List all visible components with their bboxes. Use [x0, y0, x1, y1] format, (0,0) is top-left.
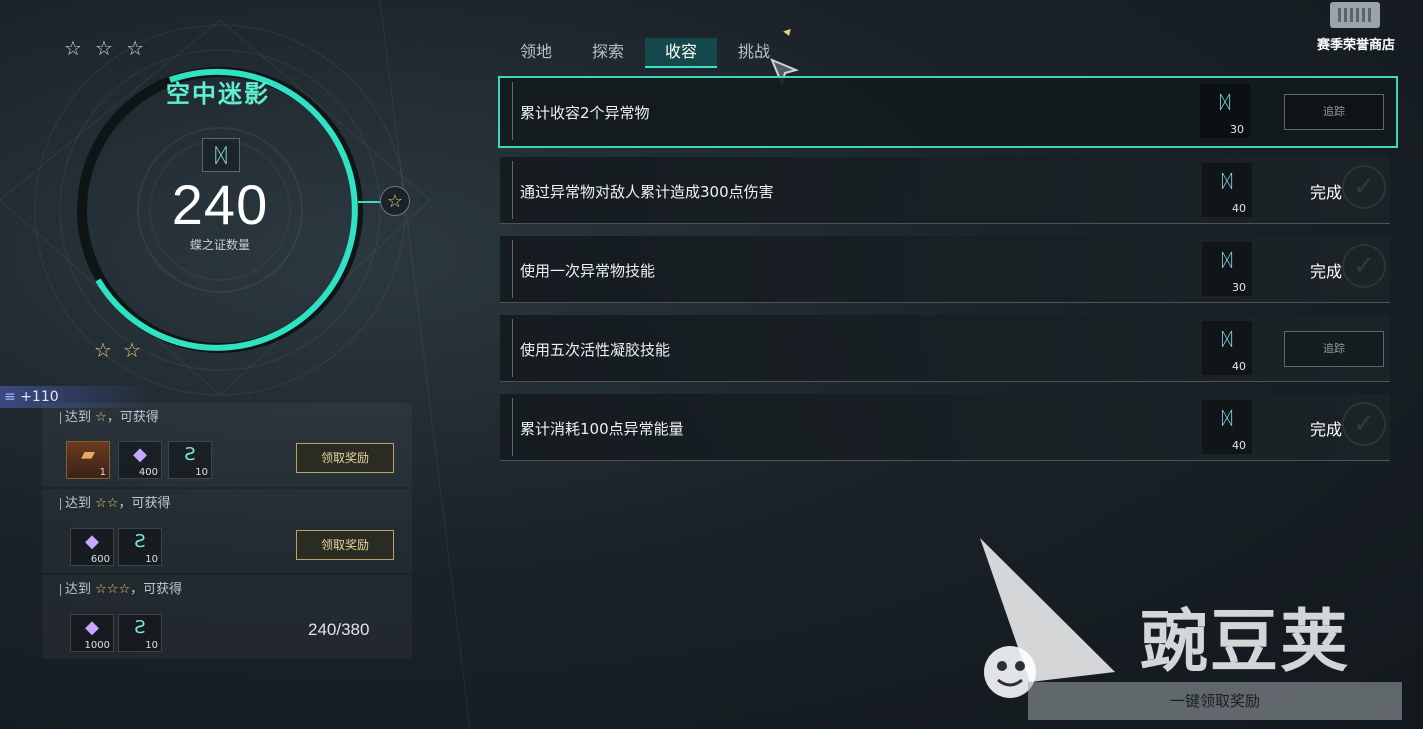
claim-all-button[interactable]: 一键领取奖励	[1028, 682, 1402, 720]
track-button[interactable]: 追踪	[1284, 331, 1384, 367]
butterfly-icon: ᛞ	[202, 138, 240, 172]
butterfly-count-label: 蝶之证数量	[189, 238, 250, 252]
reward-item[interactable]: ◆ 400	[118, 441, 162, 479]
task-row[interactable]: 使用一次异常物技能 ᛞ 30 ✓ 完成	[500, 236, 1390, 303]
check-icon: ✓	[1342, 244, 1386, 288]
task-row[interactable]: 累计消耗100点异常能量 ᛞ 40 ✓ 完成	[500, 394, 1390, 461]
star-icon: ☆	[123, 338, 141, 362]
tier-progress: 240/380	[308, 620, 370, 639]
task-text: 使用一次异常物技能	[520, 262, 656, 280]
bottom-stars: ☆ ☆	[94, 340, 141, 361]
tab-containment[interactable]: 收容	[645, 38, 717, 68]
reward-item[interactable]: Ƨ 10	[168, 441, 212, 479]
task-text: 累计收容2个异常物	[520, 104, 650, 122]
store-label[interactable]: 赛季荣誉商店	[1308, 34, 1404, 53]
tab-territory[interactable]: 领地	[506, 38, 566, 66]
tier-1-header: 达到 ☆，可获得	[60, 406, 159, 425]
task-text: 通过异常物对敌人累计造成300点伤害	[520, 183, 774, 201]
track-button[interactable]: 追踪	[1284, 94, 1384, 130]
star-icon: ☆☆☆	[95, 582, 131, 597]
watermark-logo	[980, 538, 1115, 698]
claim-reward-button[interactable]: 领取奖励	[296, 530, 394, 560]
crystal-icon: ◆	[85, 617, 99, 638]
orange-item-icon: ▰	[81, 444, 95, 465]
dna-icon: Ƨ	[134, 531, 146, 552]
star-icon: ☆☆	[95, 496, 119, 511]
star-icon: ☆	[95, 410, 107, 425]
task-reward: ᛞ 30	[1202, 242, 1252, 296]
task-row[interactable]: 使用五次活性凝胶技能 ᛞ 40 追踪	[500, 315, 1390, 382]
crystal-icon: ◆	[133, 444, 147, 465]
task-reward: ᛞ 40	[1202, 321, 1252, 375]
tab-explore[interactable]: 探索	[578, 38, 638, 66]
butterfly-icon: ᛞ	[1221, 408, 1233, 429]
boss-name: 空中迷影	[166, 80, 270, 108]
butterfly-icon: ᛞ	[1221, 171, 1233, 192]
reward-item[interactable]: Ƨ 10	[118, 528, 162, 566]
butterfly-icon: ᛞ	[1219, 92, 1231, 113]
task-text: 使用五次活性凝胶技能	[520, 341, 671, 359]
task-row[interactable]: 通过异常物对敌人累计造成300点伤害 ᛞ 40 ✓ 完成	[500, 157, 1390, 224]
reward-item[interactable]: Ƨ 10	[118, 614, 162, 652]
check-icon: ✓	[1342, 165, 1386, 209]
task-reward: ᛞ 40	[1202, 400, 1252, 454]
tier-3-header: 达到 ☆☆☆，可获得	[60, 578, 182, 597]
task-row[interactable]: 累计收容2个异常物 ᛞ 30 追踪	[498, 76, 1398, 148]
task-reward: ᛞ 30	[1200, 84, 1250, 138]
butterfly-icon: ᛞ	[1221, 329, 1233, 350]
star-milestone-icon: ☆	[380, 186, 410, 216]
task-status: 完成	[1310, 420, 1343, 439]
task-status: 完成	[1310, 183, 1343, 202]
star-icon: ☆	[94, 338, 112, 362]
reward-item[interactable]: ◆ 1000	[70, 614, 114, 652]
crystal-icon: ◆	[85, 531, 99, 552]
dna-icon: Ƨ	[184, 444, 196, 465]
reward-item[interactable]: ▰ 1	[66, 441, 110, 479]
tier-2-header: 达到 ☆☆，可获得	[60, 492, 170, 511]
task-text: 累计消耗100点异常能量	[520, 420, 684, 438]
dna-icon: Ƨ	[134, 617, 146, 638]
store-icon[interactable]	[1330, 2, 1380, 28]
reward-item[interactable]: ◆ 600	[70, 528, 114, 566]
claim-reward-button[interactable]: 领取奖励	[296, 443, 394, 473]
check-icon: ✓	[1342, 402, 1386, 446]
butterfly-count: 240	[171, 173, 269, 236]
butterfly-icon: ᛞ	[1221, 250, 1233, 271]
watermark-text: 豌豆荚	[1140, 603, 1351, 682]
task-status: 完成	[1310, 262, 1343, 281]
task-reward: ᛞ 40	[1202, 163, 1252, 217]
